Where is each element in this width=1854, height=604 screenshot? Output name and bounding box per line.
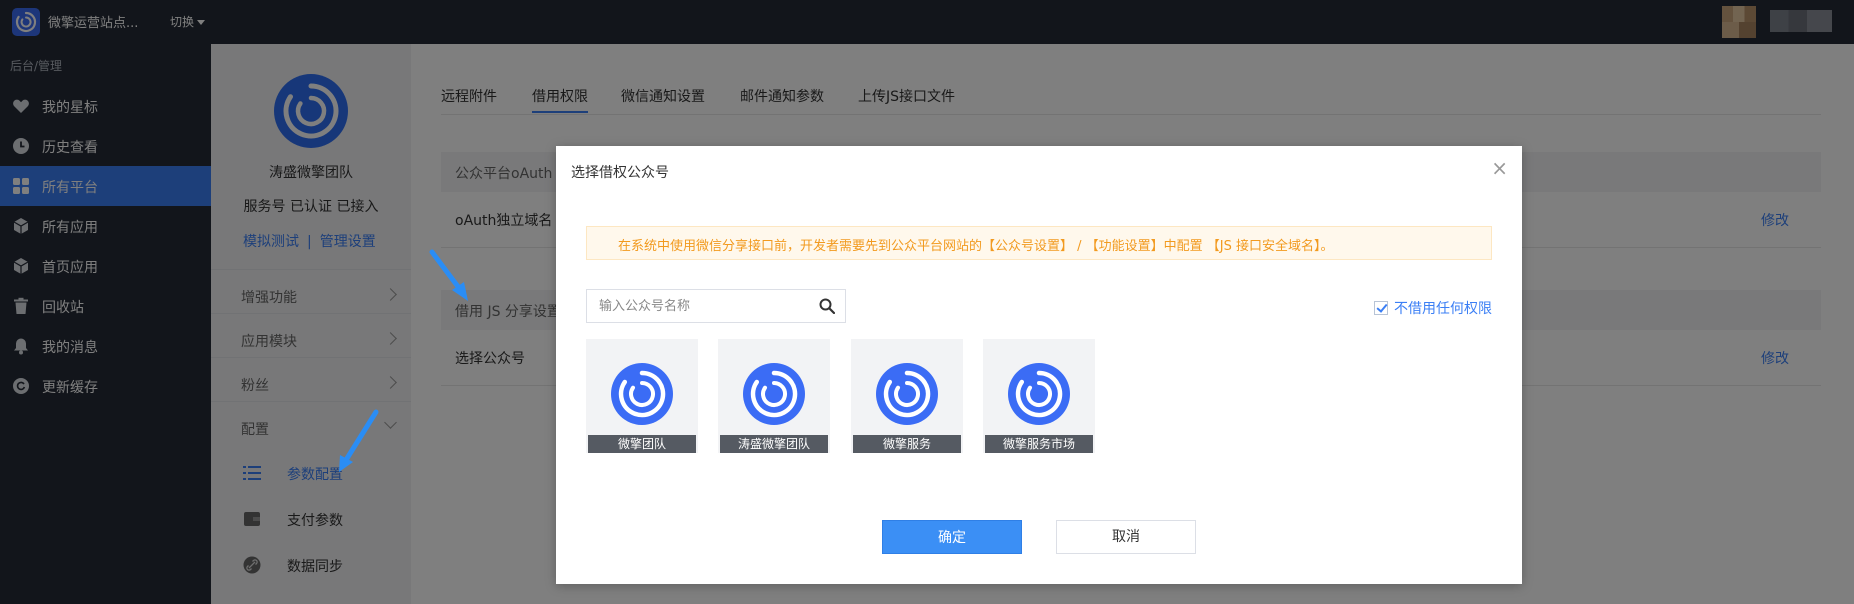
- account-logo-icon: [743, 363, 805, 425]
- modal-title: 选择借权公众号: [571, 165, 669, 181]
- confirm-button[interactable]: 确定: [882, 520, 1022, 554]
- notice-banner: 在系统中使用微信分享接口前，开发者需要先到公众平台网站的【公众号设置】 / 【功…: [586, 226, 1492, 260]
- select-account-modal: 选择借权公众号 × 在系统中使用微信分享接口前，开发者需要先到公众平台网站的【公…: [556, 146, 1522, 584]
- account-card[interactable]: 微擎服务市场: [983, 339, 1095, 453]
- account-grid: 微擎团队 涛盛微擎团队 微擎服务 微擎服务市场: [586, 339, 1492, 453]
- account-card-name: 微擎服务市场: [985, 435, 1093, 453]
- account-card[interactable]: 涛盛微擎团队: [718, 339, 830, 453]
- no-borrow-label: 不借用任何权限: [1394, 301, 1492, 317]
- account-logo-icon: [1008, 363, 1070, 425]
- account-card[interactable]: 微擎服务: [851, 339, 963, 453]
- search-input[interactable]: [587, 290, 807, 322]
- account-card-name: 微擎服务: [853, 435, 961, 453]
- account-card-name: 微擎团队: [588, 435, 696, 453]
- account-search: [586, 289, 846, 323]
- account-card-name: 涛盛微擎团队: [720, 435, 828, 453]
- notice-text: 在系统中使用微信分享接口前，开发者需要先到公众平台网站的【公众号设置】 / 【功…: [618, 239, 1334, 254]
- account-card[interactable]: 微擎团队: [586, 339, 698, 453]
- checkbox-checked-icon[interactable]: [1374, 301, 1388, 315]
- cancel-button[interactable]: 取消: [1056, 520, 1196, 554]
- close-icon[interactable]: ×: [1491, 158, 1508, 178]
- search-icon[interactable]: [819, 298, 835, 314]
- no-borrow-checkbox[interactable]: 不借用任何权限: [1374, 298, 1492, 318]
- account-logo-icon: [611, 363, 673, 425]
- account-logo-icon: [876, 363, 938, 425]
